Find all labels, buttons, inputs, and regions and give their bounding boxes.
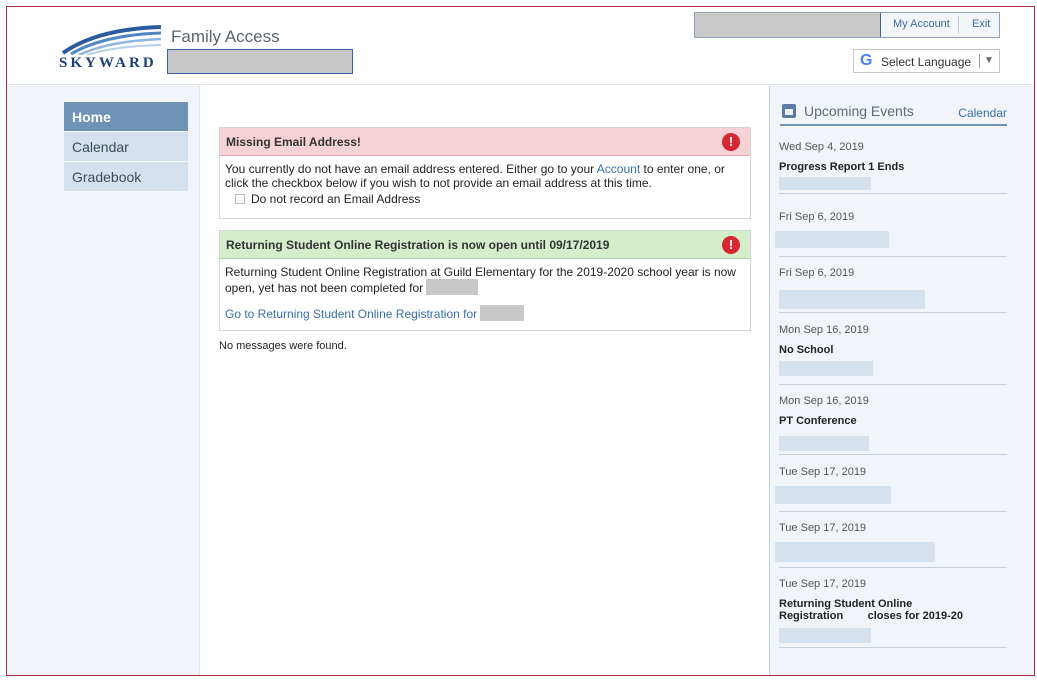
header: SKYWARD Family Access My Account Exit G … — [7, 7, 1034, 85]
event-item[interactable]: Wed Sep 4, 2019 Progress Report 1 Ends — [779, 141, 1007, 194]
sidebar-nav: Home Calendar Gradebook — [64, 102, 188, 192]
registration-title: Returning Student Online Registration is… — [220, 231, 750, 259]
redacted-event-detail — [775, 542, 935, 562]
redacted-event-detail — [779, 290, 925, 309]
missing-email-title: Missing Email Address! ! — [220, 128, 750, 156]
account-separator — [958, 16, 959, 34]
language-select-label: Select Language — [881, 55, 972, 69]
redacted-event-detail — [779, 177, 871, 190]
event-date: Tue Sep 17, 2019 — [779, 522, 867, 534]
body-area: Home Calendar Gradebook Missing Email Ad… — [7, 86, 1034, 675]
missing-email-title-text: Missing Email Address! — [226, 135, 361, 149]
event-item[interactable]: Fri Sep 6, 2019 — [775, 211, 1007, 257]
registration-link[interactable]: Go to Returning Student Online Registrat… — [225, 307, 477, 321]
event-date: Tue Sep 17, 2019 — [779, 578, 867, 590]
event-item[interactable]: Tue Sep 17, 2019 — [775, 466, 1007, 512]
no-messages-text: No messages were found. — [219, 340, 347, 352]
registration-message: Returning Student Online Registration is… — [219, 230, 751, 331]
logo-text: SKYWARD — [59, 55, 157, 71]
language-select[interactable]: G Select Language ▼ — [853, 49, 1000, 73]
sidebar-item-home[interactable]: Home — [64, 102, 188, 132]
no-email-checkbox-row[interactable]: Do not record an Email Address — [225, 192, 745, 206]
calendar-link[interactable]: Calendar — [958, 106, 1007, 120]
page-frame: SKYWARD Family Access My Account Exit G … — [6, 6, 1035, 676]
missing-email-text-pre: You currently do not have an email addre… — [225, 162, 597, 176]
missing-email-message: Missing Email Address! ! You currently d… — [219, 127, 751, 219]
exit-link[interactable]: Exit — [972, 18, 990, 30]
registration-link-row: Go to Returning Student Online Registrat… — [225, 305, 745, 321]
logo-swoosh-icon — [61, 25, 162, 55]
language-select-separator — [979, 54, 980, 68]
redacted-event-detail — [775, 486, 891, 504]
event-item[interactable]: Mon Sep 16, 2019 PT Conference — [779, 395, 1007, 455]
registration-text: Returning Student Online Registration at… — [225, 265, 736, 295]
registration-body: Returning Student Online Registration at… — [220, 259, 750, 327]
event-item[interactable]: Tue Sep 17, 2019 Returning Student Onlin… — [779, 578, 1007, 648]
no-email-checkbox-label: Do not record an Email Address — [251, 192, 421, 206]
registration-title-text: Returning Student Online Registration is… — [226, 238, 610, 252]
event-date: Mon Sep 16, 2019 — [779, 395, 869, 407]
redacted-student — [426, 279, 479, 295]
event-name: No School — [779, 344, 834, 356]
event-date: Mon Sep 16, 2019 — [779, 324, 869, 336]
upcoming-events-panel: Upcoming Events Calendar Wed Sep 4, 2019… — [771, 86, 1034, 675]
event-item[interactable]: Tue Sep 17, 2019 — [775, 522, 1007, 568]
chevron-down-icon[interactable]: ▼ — [984, 55, 994, 66]
redacted-student-name — [167, 49, 353, 74]
upcoming-events-title: Upcoming Events — [804, 103, 914, 119]
upcoming-events-header: Upcoming Events Calendar — [780, 100, 1007, 126]
event-date: Fri Sep 6, 2019 — [779, 211, 855, 223]
event-item[interactable]: Fri Sep 6, 2019 — [779, 267, 1007, 313]
alert-bubble-icon: ! — [722, 133, 740, 151]
event-date: Wed Sep 4, 2019 — [779, 141, 864, 153]
missing-email-body: You currently do not have an email addre… — [220, 156, 750, 212]
skyward-logo[interactable]: SKYWARD — [57, 25, 167, 71]
redacted-event-detail — [775, 231, 889, 248]
event-name: Progress Report 1 Ends — [779, 161, 905, 173]
redacted-student-link — [480, 305, 525, 321]
account-bar: My Account Exit — [694, 12, 1000, 38]
event-date: Tue Sep 17, 2019 — [779, 466, 867, 478]
event-name: PT Conference — [779, 415, 857, 427]
event-name: Returning Student Online Registration cl… — [779, 598, 964, 622]
redacted-account-name — [695, 13, 881, 37]
app-title: Family Access — [171, 27, 280, 46]
calendar-icon — [782, 104, 796, 118]
my-account-link[interactable]: My Account — [893, 18, 950, 30]
event-item[interactable]: Mon Sep 16, 2019 No School — [779, 324, 1007, 385]
event-date: Fri Sep 6, 2019 — [779, 267, 855, 279]
sidebar-item-gradebook[interactable]: Gradebook — [64, 162, 188, 192]
google-g-icon: G — [860, 52, 873, 69]
alert-bubble-icon: ! — [722, 236, 740, 254]
account-link[interactable]: Account — [597, 162, 640, 176]
redacted-event-detail — [779, 436, 869, 451]
no-email-checkbox[interactable] — [235, 194, 245, 204]
sidebar-item-calendar[interactable]: Calendar — [64, 132, 188, 162]
redacted-event-detail — [779, 361, 873, 376]
redacted-event-detail — [779, 628, 871, 643]
